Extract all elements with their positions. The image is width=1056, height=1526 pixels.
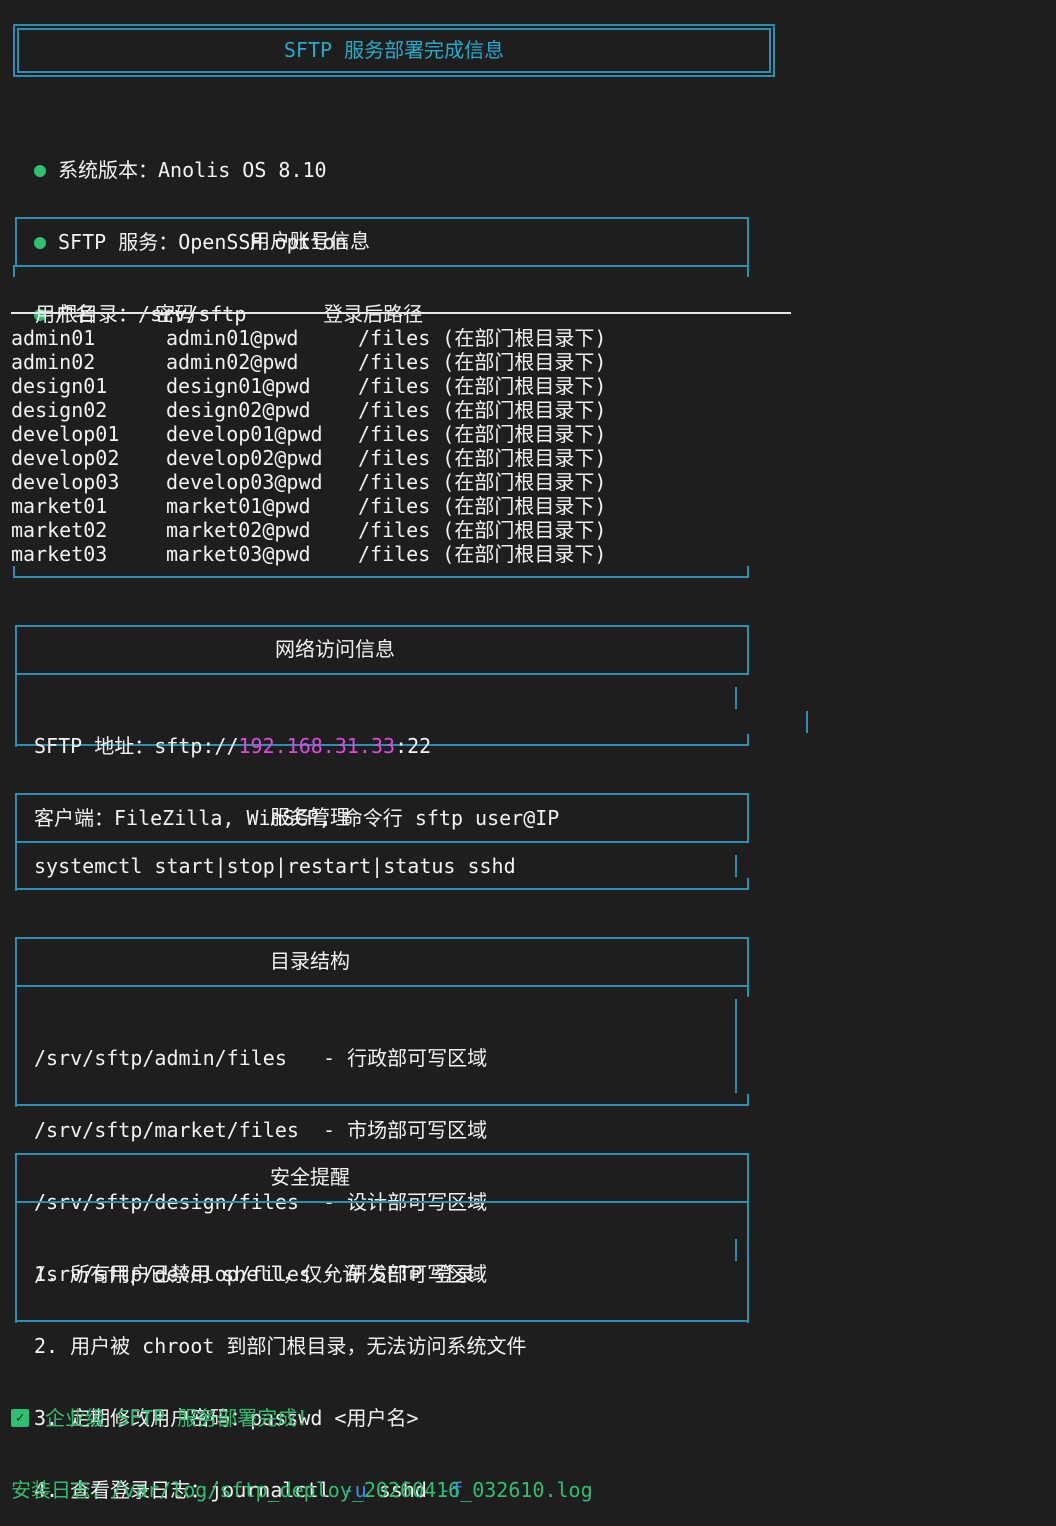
accounts-divider <box>11 312 791 314</box>
network-inner-bar <box>735 687 737 709</box>
service-bottom-line <box>15 888 749 890</box>
network-left-bar <box>15 673 17 747</box>
service-title: 服务管理 <box>270 805 350 829</box>
header-path: 登录后路径 <box>323 302 424 326</box>
accounts-bottom-line <box>13 576 749 578</box>
table-row: design02 design02@pwd/files (在部门根目录下) <box>11 398 606 422</box>
accounts-title: 用户账号信息 <box>250 229 370 253</box>
sftp-address: SFTP 地址：sftp://192.168.31.33:22 <box>34 734 432 758</box>
cell-path: /files (在部门根目录下) <box>358 326 607 350</box>
accounts-bottom-right <box>747 566 749 578</box>
dirs-right-tick <box>747 1094 749 1106</box>
table-row: admin02 admin02@pwd/files (在部门根目录下) <box>11 350 606 374</box>
cell-password: design02@pwd <box>166 398 311 422</box>
security-right-bar <box>747 1201 749 1323</box>
ip-address: 192.168.31.33 <box>238 734 396 758</box>
security-inner-bar <box>735 1239 737 1261</box>
network-right-tick <box>747 734 749 746</box>
cell-password: design01@pwd <box>166 374 311 398</box>
cell-password: market01@pwd <box>166 494 311 518</box>
cell-password: market02@pwd <box>166 518 311 542</box>
header-user: 用户名 <box>35 302 96 326</box>
service-left-bar <box>15 841 17 891</box>
security-left-bar <box>15 1201 17 1323</box>
network-stray-bar <box>806 711 808 733</box>
cell-user: admin01 <box>11 326 96 350</box>
cell-user: develop01 <box>11 422 120 446</box>
cell-password: develop01@pwd <box>166 422 323 446</box>
cell-user: develop02 <box>11 446 120 470</box>
checkmark-icon: ✓ <box>11 1408 29 1427</box>
footer-log: 安装日志：/var/log/sftp_deploy_20260416_03261… <box>11 1478 593 1502</box>
security-title: 安全提醒 <box>270 1165 350 1189</box>
cell-user: market01 <box>11 494 108 518</box>
cell-path: /files (在部门根目录下) <box>358 470 607 494</box>
header-password: 密码 <box>155 302 196 326</box>
dirs-left-bar <box>15 985 17 1107</box>
cell-password: admin02@pwd <box>166 350 299 374</box>
table-row: design01 design01@pwd/files (在部门根目录下) <box>11 374 606 398</box>
system-item-version: 系统版本：Anolis OS 8.10 <box>34 158 347 182</box>
cell-path: /files (在部门根目录下) <box>358 398 607 422</box>
cell-password: admin01@pwd <box>166 326 299 350</box>
accounts-table: admin01 admin01@pwd/files (在部门根目录下) admin0… <box>11 326 606 566</box>
service-command: systemctl start|stop|restart|status sshd <box>34 854 516 878</box>
dirs-title: 目录结构 <box>270 949 350 973</box>
cell-password: develop03@pwd <box>166 470 323 494</box>
cell-path: /files (在部门根目录下) <box>358 518 607 542</box>
cell-password: develop02@pwd <box>166 446 323 470</box>
table-row: market03 market03@pwd/files (在部门根目录下) <box>11 542 606 566</box>
accounts-side-bar-left <box>13 265 15 277</box>
cell-user: admin02 <box>11 350 96 374</box>
cell-password: market03@pwd <box>166 542 311 566</box>
accounts-side-bar <box>747 265 749 277</box>
table-row: market01 market01@pwd/files (在部门根目录下) <box>11 494 606 518</box>
cell-path: /files (在部门根目录下) <box>358 374 607 398</box>
dir-item: /srv/sftp/market/files - 市场部可写区域 <box>34 1118 488 1142</box>
cell-path: /files (在部门根目录下) <box>358 542 607 566</box>
bullet-icon <box>34 164 46 177</box>
network-title: 网络访问信息 <box>275 637 395 661</box>
table-row: admin01 admin01@pwd/files (在部门根目录下) <box>11 326 606 350</box>
dirs-inner-bar <box>735 999 737 1093</box>
page-title: SFTP 服务部署完成信息 <box>283 38 505 62</box>
dirs-right-tick-top <box>747 985 749 997</box>
cell-user: market02 <box>11 518 108 542</box>
title-box: SFTP 服务部署完成信息 <box>13 24 775 77</box>
cell-path: /files (在部门根目录下) <box>358 422 607 446</box>
cell-user: design02 <box>11 398 108 422</box>
service-right-tick <box>747 878 749 890</box>
table-row: market02 market02@pwd/files (在部门根目录下) <box>11 518 606 542</box>
accounts-bottom-left <box>13 566 15 578</box>
table-row: develop01 develop01@pwd/files (在部门根目录下) <box>11 422 606 446</box>
footer-done: ✓ 企业级 SFTP 服务部署完成！ <box>11 1406 593 1430</box>
cell-path: /files (在部门根目录下) <box>358 446 607 470</box>
table-row: develop02 develop02@pwd/files (在部门根目录下) <box>11 446 606 470</box>
footer: ✓ 企业级 SFTP 服务部署完成！ 安装日志：/var/log/sftp_dep… <box>11 1358 593 1526</box>
table-row: develop03 develop03@pwd/files (在部门根目录下) <box>11 470 606 494</box>
cell-path: /files (在部门根目录下) <box>358 350 607 374</box>
cell-user: develop03 <box>11 470 120 494</box>
cell-user: design01 <box>11 374 108 398</box>
security-item: 1. 所有用户已禁用 shell，仅允许 SFTP 登录 <box>34 1262 475 1286</box>
cell-path: /files (在部门根目录下) <box>358 494 607 518</box>
accounts-headers: 用户名 密码 登录后路径 <box>11 278 423 326</box>
security-item: 2. 用户被 chroot 到部门根目录，无法访问系统文件 <box>34 1334 527 1358</box>
service-inner-bar <box>735 855 737 877</box>
cell-user: market03 <box>11 542 108 566</box>
dir-item: /srv/sftp/admin/files - 行政部可写区域 <box>34 1046 488 1070</box>
